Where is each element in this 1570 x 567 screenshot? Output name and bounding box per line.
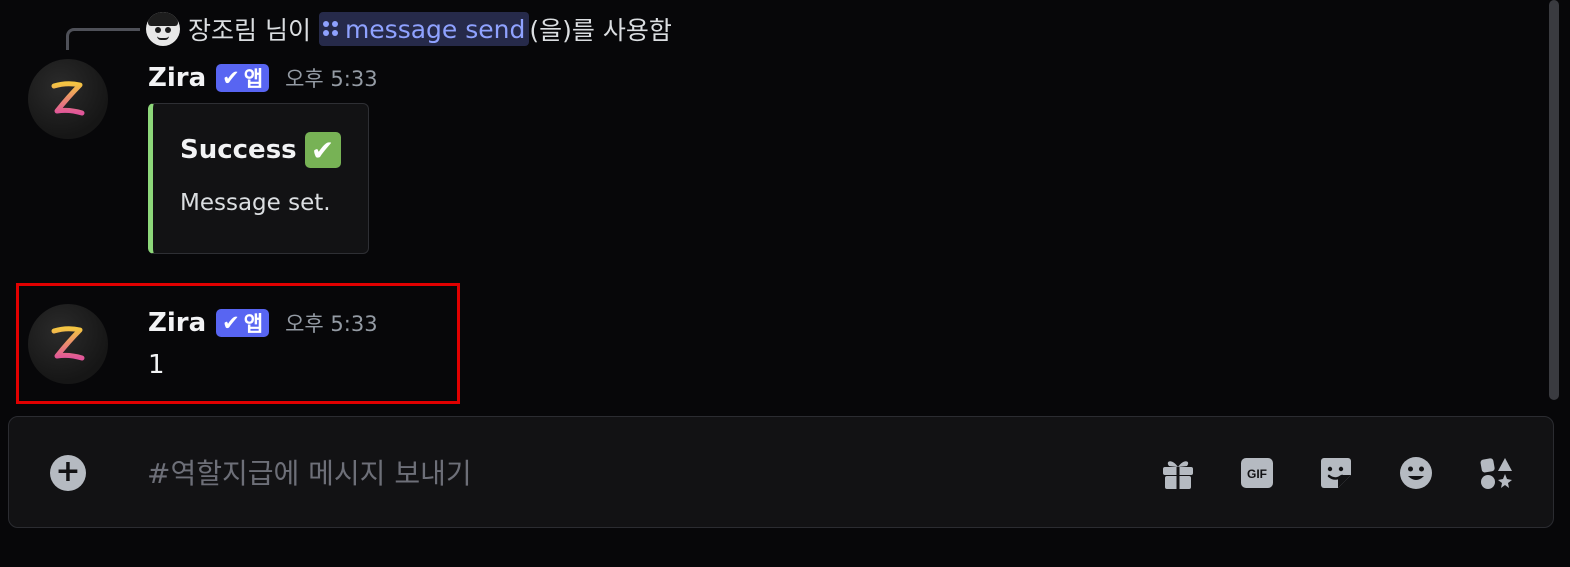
reply-suffix: (을)를 사용함	[529, 16, 672, 45]
sticker-icon	[1321, 458, 1351, 488]
gif-label: GIF	[1247, 467, 1267, 481]
app-badge-label: 앱	[243, 312, 264, 336]
zira-logo-icon	[51, 326, 85, 361]
reply-spine	[66, 28, 140, 50]
zira-avatar[interactable]	[28, 59, 108, 139]
username[interactable]: Zira	[148, 63, 206, 93]
message-input[interactable]	[147, 447, 1047, 499]
embed-description: Message set.	[180, 190, 331, 216]
embed: Success ✔ Message set.	[148, 103, 369, 254]
apps-icon	[1480, 458, 1512, 489]
command-mention[interactable]: message send	[318, 12, 530, 46]
replied-user-name[interactable]: 장조림 님이	[188, 11, 311, 47]
zira-logo-icon	[51, 81, 85, 116]
app-badge: ✔ 앱	[216, 64, 270, 92]
app-badge-label: 앱	[243, 67, 264, 91]
scrollbar-thumb[interactable]	[1549, 0, 1559, 400]
replied-user-avatar[interactable]	[146, 12, 180, 46]
gif-icon: GIF	[1241, 458, 1273, 488]
username[interactable]: Zira	[148, 308, 206, 338]
gift-button[interactable]	[1159, 454, 1197, 492]
embed-title-text: Success	[180, 135, 297, 165]
verified-check-icon: ✔	[222, 311, 240, 335]
upload-plus-button[interactable]: +	[50, 455, 86, 491]
timestamp[interactable]: 오후 5:33	[285, 308, 377, 338]
embed-title: Success ✔	[180, 132, 341, 168]
reply-reference[interactable]: 장조림 님이 message send (을)를 사용함	[146, 10, 672, 48]
message-header: Zira ✔ 앱 오후 5:33	[148, 305, 378, 341]
message-header: Zira ✔ 앱 오후 5:33	[148, 60, 378, 96]
command-icon	[322, 21, 339, 37]
gif-button[interactable]: GIF	[1238, 454, 1276, 492]
gift-icon	[1163, 461, 1193, 489]
apps-button[interactable]	[1477, 454, 1515, 492]
command-name: message send	[344, 14, 526, 44]
message-content: 1	[148, 350, 165, 380]
verified-check-icon: ✔	[222, 66, 240, 90]
plus-icon: +	[55, 454, 81, 489]
emoji-icon	[1400, 457, 1432, 489]
zira-avatar[interactable]	[28, 304, 108, 384]
timestamp[interactable]: 오후 5:33	[285, 63, 377, 93]
sticker-button[interactable]	[1317, 454, 1355, 492]
app-badge: ✔ 앱	[216, 309, 270, 337]
check-mark-emoji-icon: ✔	[304, 132, 341, 168]
message-composer: + GIF	[8, 416, 1554, 528]
emoji-button[interactable]	[1397, 454, 1435, 492]
